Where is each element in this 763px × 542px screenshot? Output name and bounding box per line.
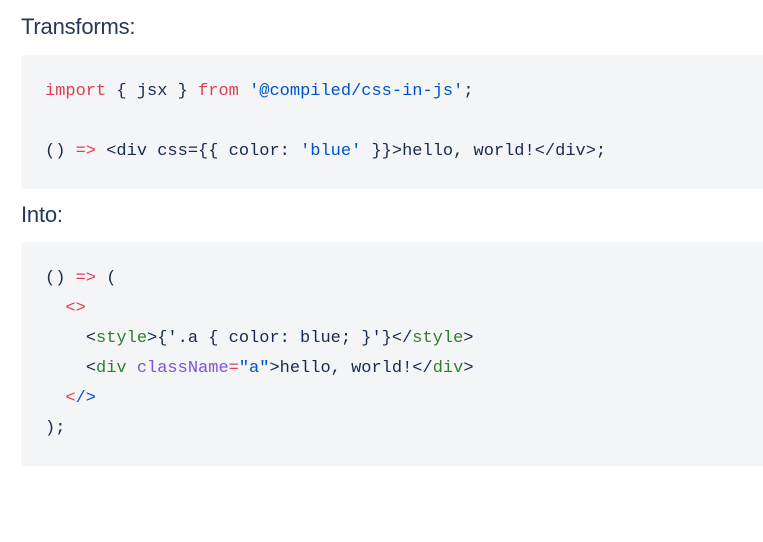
code-line: </>: [45, 384, 763, 414]
code-token-punct: (: [106, 269, 117, 288]
code-token-frag: <: [65, 389, 76, 408]
code-block-into: () => ( <> <style>{'.a { color: blue; }'…: [21, 242, 763, 466]
code-lines-source: import { jsx } from '@compiled/css-in-js…: [45, 77, 763, 167]
code-token-op: =>: [75, 142, 97, 161]
code-token-string: '@compiled/css-in-js': [249, 82, 464, 101]
code-token-tag: div: [432, 359, 464, 378]
code-token-plain: >hello, world!: [269, 359, 413, 378]
code-token-plain: {'.a { color: blue; }'}: [157, 329, 392, 348]
code-token-op: =>: [75, 269, 97, 288]
code-token-tag: div: [96, 359, 127, 378]
code-token-punct: (): [45, 142, 66, 161]
code-token-punct: >: [147, 329, 158, 348]
code-token-punct: </: [391, 329, 413, 348]
code-block-transforms: import { jsx } from '@compiled/css-in-js…: [21, 55, 763, 189]
code-token-tag: style: [412, 329, 464, 348]
code-token-tag: style: [96, 329, 148, 348]
code-token-punct: <: [85, 329, 97, 348]
code-token-op: =: [228, 359, 239, 378]
code-lines-output: () => ( <> <style>{'.a { color: blue; }'…: [45, 264, 763, 444]
code-token-string: 'blue': [300, 142, 362, 161]
code-token-keyword: import: [45, 82, 107, 101]
code-token-punct: ;: [463, 82, 474, 101]
code-token-punct: <: [85, 359, 97, 378]
code-token-keyword: from: [198, 82, 239, 101]
code-content-transforms: import { jsx } from '@compiled/css-in-js…: [45, 77, 763, 167]
code-token-frag: <>: [65, 299, 86, 318]
code-line: <style>{'.a { color: blue; }'}</style>: [45, 324, 763, 354]
code-line: <div className="a">hello, world!</div>: [45, 354, 763, 384]
documentation-page: Transforms: import { jsx } from '@compil…: [0, 0, 763, 542]
code-token-plain: { jsx }: [116, 82, 188, 101]
code-token-punct: </: [412, 359, 433, 378]
code-line: import { jsx } from '@compiled/css-in-js…: [45, 77, 763, 107]
code-line: <>: [45, 294, 763, 324]
code-token-string: "a": [238, 359, 270, 378]
code-line: );: [45, 414, 763, 444]
code-token-punct: (): [45, 269, 66, 288]
code-line: () => <div css={{ color: 'blue' }}>hello…: [45, 137, 763, 167]
code-line: () => (: [45, 264, 763, 294]
code-token-attr: className: [136, 359, 229, 378]
code-token-string: />: [75, 389, 97, 408]
section-title-into: Into:: [21, 202, 63, 227]
code-token-punct: >: [463, 359, 474, 378]
code-token-punct: >: [463, 329, 474, 348]
code-token-punct: );: [45, 419, 66, 438]
code-token-plain: <div css={{ color:: [106, 142, 301, 161]
code-token-plain: }}>hello, world!</div>;: [361, 142, 607, 161]
page-title: Transforms:: [21, 14, 136, 39]
code-content-into: () => ( <> <style>{'.a { color: blue; }'…: [45, 264, 763, 444]
